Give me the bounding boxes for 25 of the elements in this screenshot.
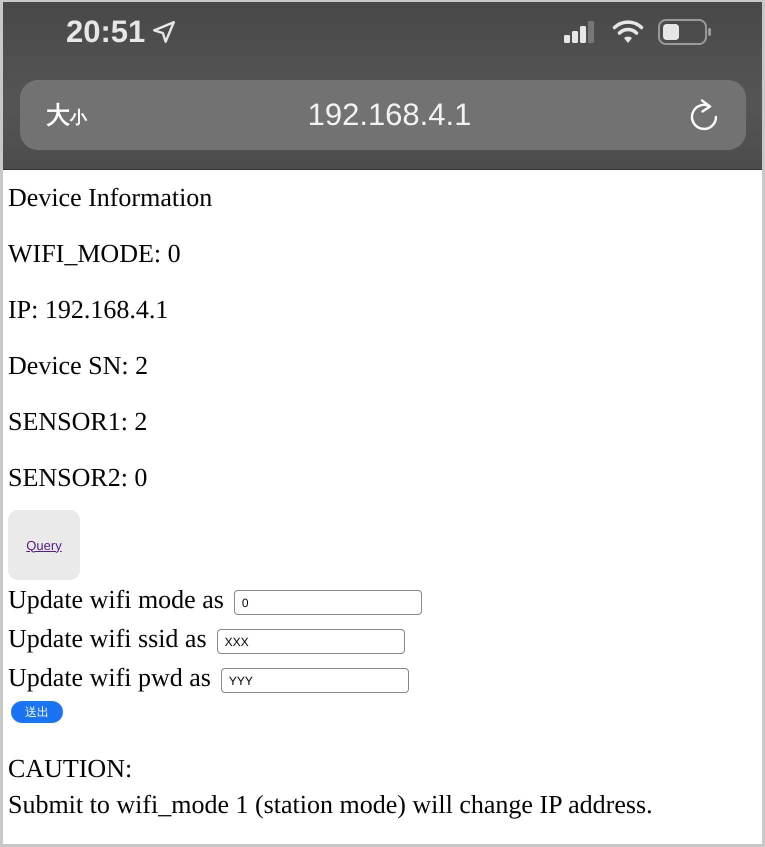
info-title: Device Information: [8, 182, 212, 214]
field-label: Update wifi pwd as: [8, 662, 211, 692]
status-time: 20:51: [66, 14, 146, 50]
url-text: 192.168.4.1: [306, 97, 472, 133]
info-line: Device SN: 2: [8, 350, 148, 382]
caution-text: Submit to wifi_mode 1 (station mode) will change IP address.: [8, 789, 653, 821]
caution-title: CAUTION:: [8, 753, 132, 785]
input-field[interactable]: 0: [234, 590, 422, 615]
input-field[interactable]: XXX: [216, 629, 405, 654]
address-bar[interactable]: 大小 192.168.4.1: [20, 80, 746, 150]
info-line: SENSOR2: 0: [8, 462, 148, 494]
info-line: IP: 192.168.4.1: [8, 294, 168, 326]
field-label: Update wifi mode as: [8, 584, 224, 614]
signal-icon: [564, 21, 596, 43]
info-line: SENSOR1: 2: [8, 406, 148, 438]
submit-button[interactable]: 送出: [11, 701, 63, 723]
field-label: Update wifi ssid as: [8, 624, 207, 654]
battery-icon: [658, 19, 712, 45]
location-arrow-icon: [151, 19, 178, 45]
text-size-button[interactable]: 大小: [42, 99, 91, 131]
wifi-icon: [612, 20, 644, 44]
input-field[interactable]: YYY: [220, 668, 409, 693]
info-line: WIFI_MODE: 0: [8, 238, 181, 270]
query-link[interactable]: Query: [8, 510, 80, 580]
reload-icon[interactable]: [688, 98, 720, 132]
